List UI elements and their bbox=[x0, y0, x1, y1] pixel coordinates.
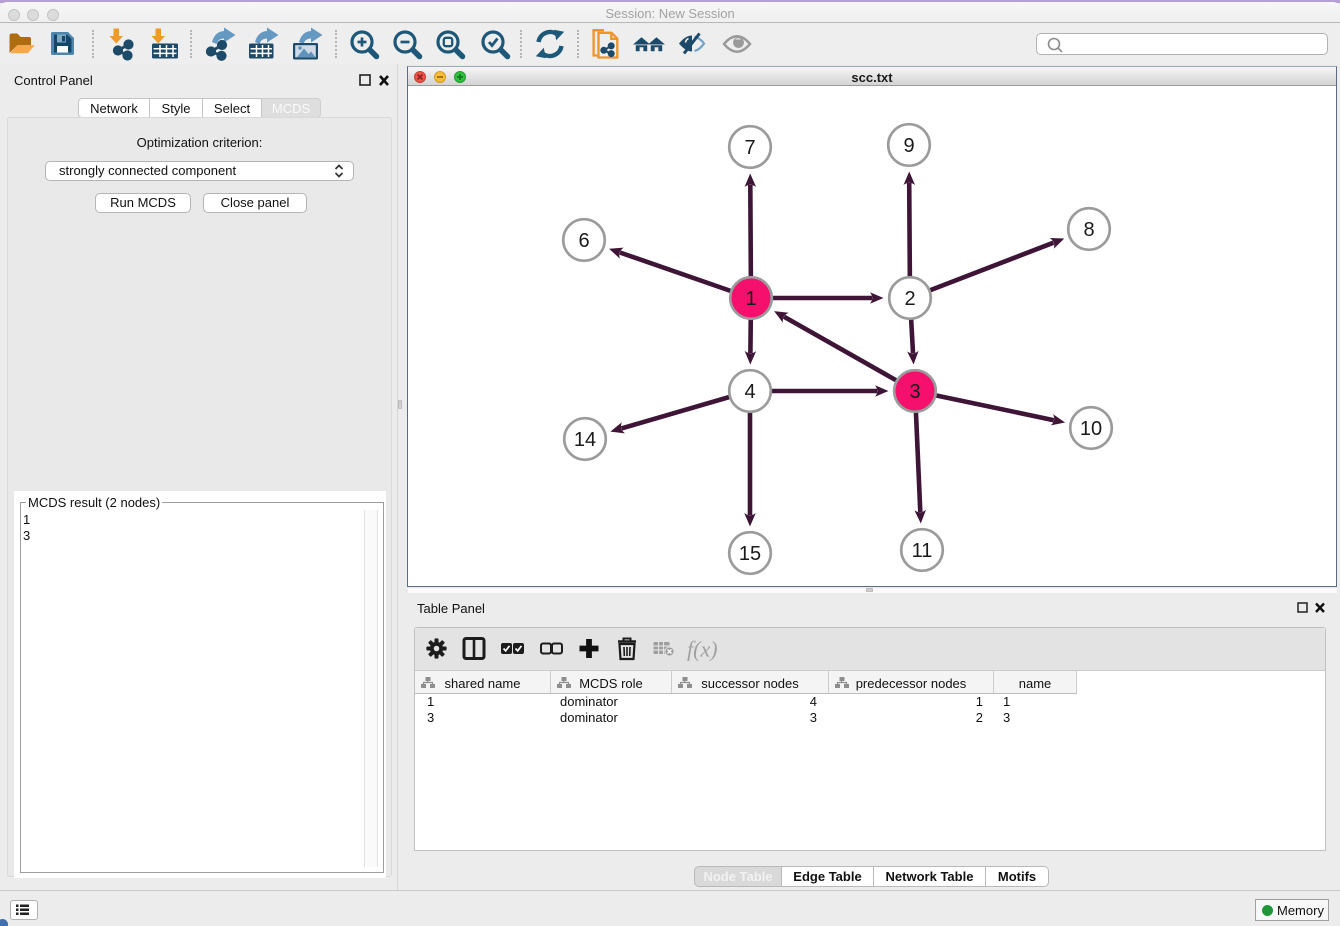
svg-text:10: 10 bbox=[1080, 418, 1102, 440]
svg-text:4: 4 bbox=[744, 381, 755, 403]
svg-text:11: 11 bbox=[912, 540, 933, 562]
svg-text:8: 8 bbox=[1083, 219, 1094, 241]
svg-text:2: 2 bbox=[904, 288, 915, 310]
svg-text:f(x): f(x) bbox=[687, 637, 718, 662]
svg-text:15: 15 bbox=[739, 543, 761, 565]
svg-text:1: 1 bbox=[745, 288, 756, 310]
svg-text:7: 7 bbox=[744, 137, 755, 159]
svg-text:3: 3 bbox=[909, 381, 920, 403]
svg-text:9: 9 bbox=[903, 135, 914, 157]
svg-text:14: 14 bbox=[574, 429, 596, 451]
svg-text:6: 6 bbox=[578, 230, 589, 252]
